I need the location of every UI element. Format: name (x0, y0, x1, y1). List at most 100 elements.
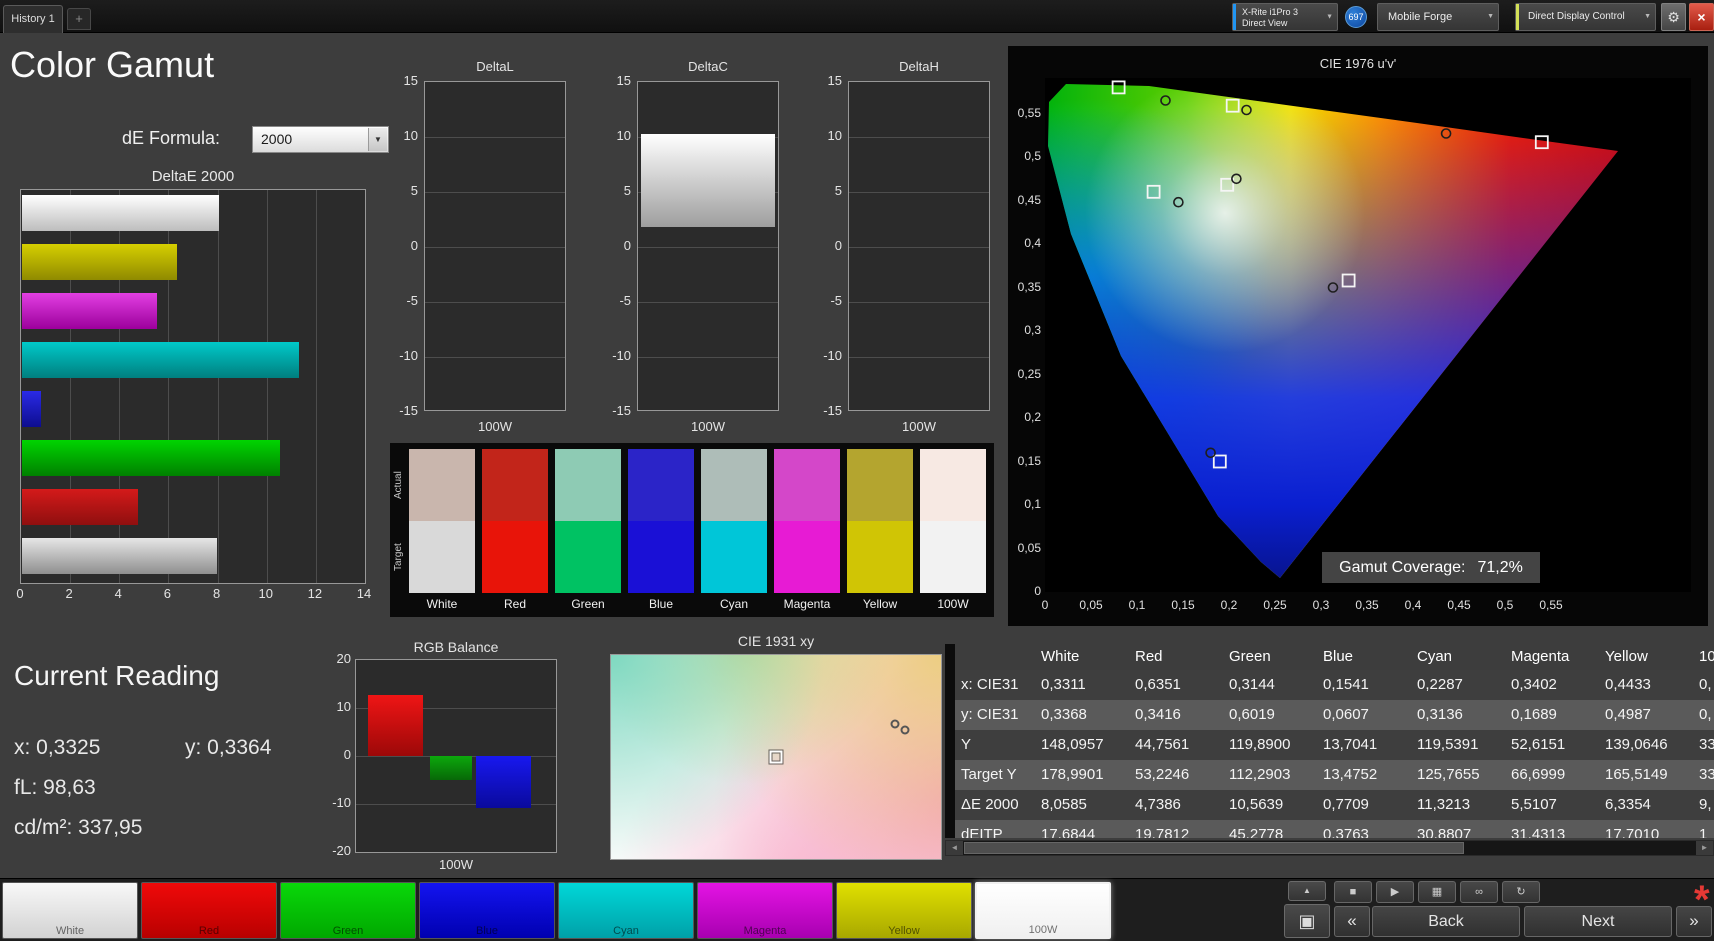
meter-dropdown[interactable]: X-Rite i1Pro 3 Direct View ▼ (1232, 3, 1338, 31)
cie1976-panel: CIE 1976 u'v' Gamut Coverage: 71,2% 0 0,… (1008, 46, 1708, 626)
next-button[interactable]: Next (1524, 906, 1672, 937)
table-row[interactable]: ΔE 2000 8,0585 4,7386 10,5639 0,7709 11,3213 5… (955, 790, 1714, 820)
pattern-window-button[interactable]: ▣ (1284, 904, 1330, 938)
table-cell: 0,3368 (1041, 706, 1087, 723)
scrollbar-thumb[interactable] (964, 842, 1464, 854)
pattern-button-green[interactable]: Green (280, 882, 416, 939)
x-tick-label: 0 (1041, 598, 1049, 612)
gridline (849, 302, 989, 303)
x-tick-label: 12 (307, 586, 323, 601)
pattern-button-white[interactable]: White (2, 882, 138, 939)
display-control-label: Direct Display Control (1528, 11, 1625, 22)
target-swatch (409, 521, 475, 593)
y-tick-label: 0 (343, 747, 351, 762)
y-tick-label: -10 (399, 348, 418, 363)
pattern-grid-button[interactable]: ▦ (1418, 881, 1456, 903)
y-tick-label: 10 (827, 128, 842, 143)
table-cell: 139,0646 (1605, 736, 1668, 753)
gear-icon[interactable]: ⚙ (1661, 3, 1686, 31)
back-button[interactable]: Back (1372, 906, 1520, 937)
swatch-column-white: White (409, 449, 475, 617)
de-formula-label: dE Formula: (122, 128, 221, 148)
eject-button[interactable]: ▲ (1288, 881, 1326, 901)
target-swatch (701, 521, 767, 593)
pattern-button-yellow[interactable]: Yellow (836, 882, 972, 939)
deltae-bar-magenta (22, 293, 157, 329)
stop-button[interactable]: ■ (1334, 881, 1372, 903)
y-tick-label: 0,35 (1017, 279, 1041, 294)
close-icon[interactable]: × (1689, 3, 1714, 31)
table-cell: 11,3213 (1417, 796, 1471, 813)
table-row[interactable]: Y 148,0957 44,7561 119,8900 13,7041 119,5391 5… (955, 730, 1714, 760)
back-chevron-button[interactable]: « (1334, 906, 1370, 937)
table-row[interactable]: Target Y 178,9901 53,2246 112,2903 13,4752 12… (955, 760, 1714, 790)
y-tick-label: 0,2 (1024, 410, 1041, 424)
table-row[interactable]: x: CIE31 0,3311 0,6351 0,3144 0,1541 0,2287 0,… (955, 670, 1714, 700)
table-cell: 125,7655 (1417, 766, 1480, 783)
y-tick-label: 20 (336, 651, 351, 666)
swatch-column-blue: Blue (628, 449, 694, 617)
table-cell: 0,3763 (1323, 826, 1369, 838)
column-header: Blue (1323, 648, 1354, 665)
display-control-dropdown[interactable]: Direct Display Control ▼ (1515, 3, 1656, 31)
y-tick-label: 0 (623, 238, 631, 253)
source-dropdown[interactable]: Mobile Forge ▼ (1377, 3, 1499, 31)
table-cell: 0,4987 (1605, 706, 1651, 723)
y-tick-label: -15 (823, 403, 842, 418)
table-body: x: CIE31 0,3311 0,6351 0,3144 0,1541 0,2287 0,… (955, 670, 1714, 838)
table-cell: 0,6351 (1135, 676, 1181, 693)
gridline (849, 137, 989, 138)
table-row[interactable]: y: CIE31 0,3368 0,3416 0,6019 0,0607 0,3136 0,… (955, 700, 1714, 730)
pattern-button-label: Yellow (888, 925, 920, 937)
target-swatch (555, 521, 621, 593)
y-tick-label: 0,45 (1017, 192, 1041, 207)
white-point-marker (769, 750, 783, 764)
pattern-button-cyan[interactable]: Cyan (558, 882, 694, 939)
swatch-label: Cyan (719, 597, 748, 611)
reading-cd-value: cd/m²: 337,95 (14, 816, 143, 839)
actual-swatch (920, 449, 986, 521)
table-row[interactable]: dEITP 17,6844 19,7812 45,2778 0,3763 30,8807 3… (955, 820, 1714, 838)
column-header: 10 (1699, 648, 1714, 665)
table-cell: 9, (1699, 796, 1712, 813)
scroll-right-icon[interactable]: ► (1696, 841, 1713, 855)
deltae-bar-white (22, 195, 219, 231)
deltae-bar-blue (22, 391, 41, 427)
play-button[interactable]: ▶ (1376, 881, 1414, 903)
de-formula-select[interactable]: 2000 ▼ (252, 126, 389, 153)
swatch-label: Red (503, 597, 526, 611)
continuous-button[interactable]: ∞ (1460, 881, 1498, 903)
y-tick-label: 0,25 (1017, 366, 1041, 381)
pattern-button-magenta[interactable]: Magenta (697, 882, 833, 939)
table-cell: 0,0607 (1323, 706, 1369, 723)
chart-title-deltac: DeltaC (688, 59, 728, 74)
table-horizontal-scrollbar[interactable]: ◄ ► (945, 840, 1714, 856)
x-axis-label: 100W (478, 419, 512, 434)
history-tab[interactable]: History 1 (3, 5, 63, 33)
y-tick-label: 0,3 (1024, 323, 1041, 337)
scroll-left-icon[interactable]: ◄ (946, 841, 963, 855)
column-header: Green (1229, 648, 1271, 665)
pattern-button-blue[interactable]: Blue (419, 882, 555, 939)
swatch-label: Yellow (862, 597, 898, 611)
refresh-button[interactable]: ↻ (1502, 881, 1540, 903)
pattern-button-100w[interactable]: 100W (975, 882, 1111, 939)
table-cell: 0,1541 (1323, 676, 1369, 693)
chart-title-deltal: DeltaL (476, 59, 514, 74)
column-header: Yellow (1605, 648, 1648, 665)
table-cell: 13,4752 (1323, 766, 1378, 783)
table-cell: 165,5149 (1605, 766, 1668, 783)
rgb-x-axis-label: 100W (439, 857, 473, 872)
y-tick-label: -5 (619, 293, 631, 308)
gridline (849, 192, 989, 193)
gridline (425, 357, 565, 358)
reading-fl-value: fL: 98,63 (14, 776, 96, 799)
table-cell: 66,6999 (1511, 766, 1566, 783)
y-tick-label: 10 (403, 128, 418, 143)
column-header: White (1041, 648, 1080, 665)
pattern-button-label: Green (332, 925, 364, 937)
deltae-xticks: 0 2 4 6 8 10 12 14 (0, 586, 390, 604)
pattern-button-red[interactable]: Red (141, 882, 277, 939)
target-row-label: Target (393, 543, 404, 571)
add-tab-button[interactable]: + (67, 8, 91, 30)
